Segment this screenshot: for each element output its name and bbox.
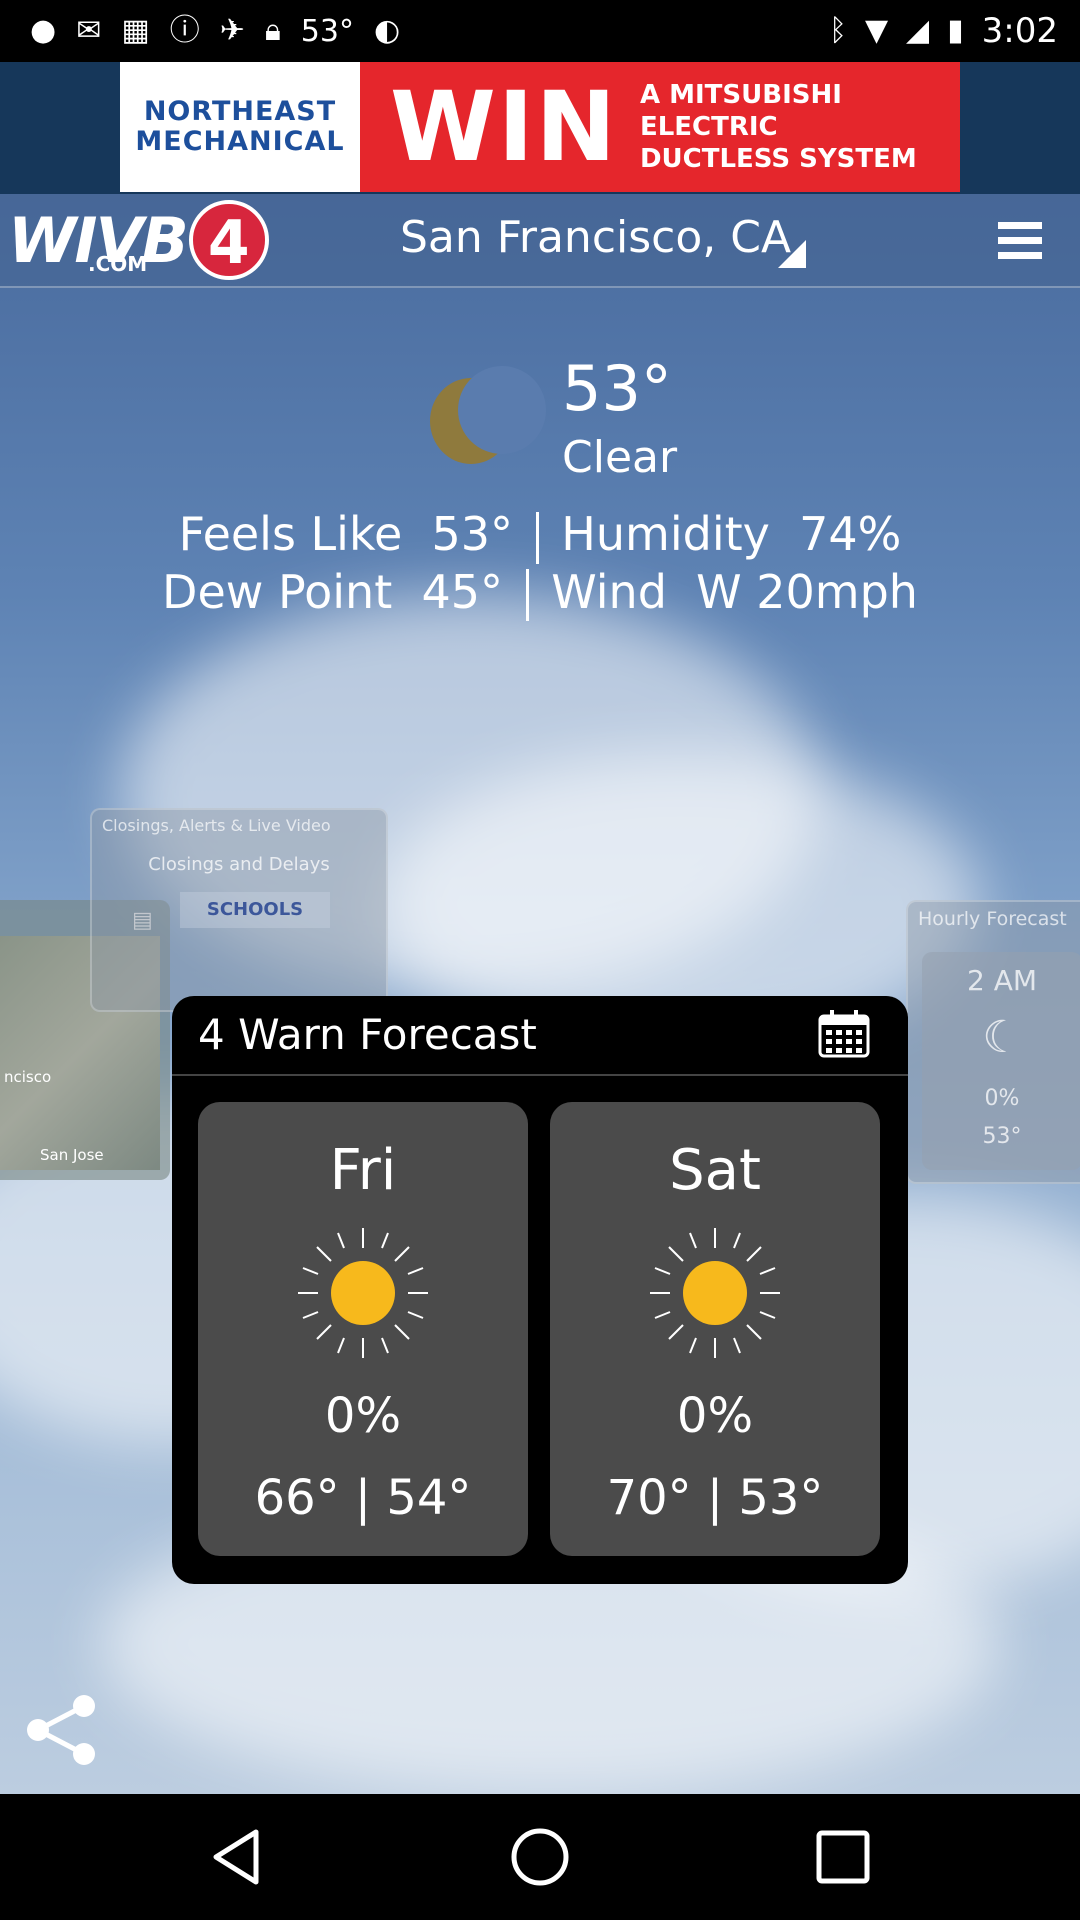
back-icon[interactable] xyxy=(204,1824,270,1890)
lock-icon: 🔒︎ xyxy=(264,13,281,48)
android-icon: ◐ xyxy=(373,13,401,48)
forecast-card[interactable]: 4 Warn Forecast Fri 0% 66° | 54° Sat 0% … xyxy=(172,996,908,1584)
ad-tagline-line2: DUCTLESS SYSTEM xyxy=(639,144,917,174)
feels-like-label: Feels Like xyxy=(178,507,403,561)
battery-icon: ▮ xyxy=(947,13,964,48)
ad-red-section: WIN A MITSUBISHI ELECTRIC DUCTLESS SYSTE… xyxy=(360,62,960,192)
day-precip: 0% xyxy=(324,1388,402,1444)
flipboard-icon: ▦ xyxy=(121,13,150,48)
recents-icon[interactable] xyxy=(810,1824,876,1890)
closings-card-title: Closings, Alerts & Live Video xyxy=(102,816,331,835)
signal-icon: ◢ xyxy=(906,13,930,48)
dew-point-value: 45° xyxy=(421,564,504,619)
mail-icon: ✉ xyxy=(76,13,102,48)
forecast-day-card[interactable]: Sat 0% 70° | 53° xyxy=(550,1102,880,1556)
divider xyxy=(535,511,539,564)
details-row-2: Dew Point 45° Wind W 20mph xyxy=(0,564,1080,621)
details-row-1: Feels Like 53° Humidity 74% xyxy=(0,506,1080,564)
day-temps: 70° | 53° xyxy=(606,1470,824,1526)
day-precip: 0% xyxy=(676,1388,754,1444)
moon-icon: ☾ xyxy=(982,1012,1022,1063)
logo-sub: .COM xyxy=(88,252,148,276)
humidity-label: Humidity xyxy=(561,507,770,561)
humidity-value: 74% xyxy=(799,507,902,561)
current-temperature: 53° xyxy=(562,352,672,425)
current-details: Feels Like 53° Humidity 74% Dew Point 45… xyxy=(0,506,1080,621)
closings-card[interactable]: Closings, Alerts & Live Video Closings a… xyxy=(90,808,388,1012)
satellite-icon: ✈ xyxy=(219,13,245,48)
navigation-bar xyxy=(0,1794,1080,1920)
share-icon[interactable] xyxy=(24,1692,100,1768)
ad-brand-line2: MECHANICAL xyxy=(135,126,345,157)
day-name: Sat xyxy=(669,1138,761,1203)
menu-icon[interactable] xyxy=(998,222,1042,260)
status-time: 3:02 xyxy=(981,11,1058,51)
wind-value: W 20mph xyxy=(696,564,918,619)
day-temps: 66° | 54° xyxy=(254,1470,472,1526)
dew-point-label: Dew Point xyxy=(162,564,393,619)
hourly-forecast-card[interactable]: Hourly Forecast 2 AM ☾ 0% 53° xyxy=(906,900,1080,1184)
hourly-precip: 0% xyxy=(984,1086,1020,1111)
wifi-icon: ▼ xyxy=(864,13,889,48)
ad-brand: NORTHEAST MECHANICAL xyxy=(120,62,360,192)
ad-headline: WIN xyxy=(390,71,618,183)
hourly-temp: 53° xyxy=(982,1124,1022,1149)
map-city-label: ncisco xyxy=(4,1068,52,1086)
hourly-item: 2 AM ☾ 0% 53° xyxy=(922,952,1080,1170)
ad-banner[interactable]: NORTHEAST MECHANICAL WIN A MITSUBISHI EL… xyxy=(120,62,960,192)
hourly-card-title: Hourly Forecast xyxy=(918,908,1067,930)
status-temperature: 53° xyxy=(300,13,354,49)
info-icon: ⓘ xyxy=(169,13,200,48)
logo-number: 4 xyxy=(188,200,269,280)
wivb-logo[interactable]: WIVB .COM 4 xyxy=(8,200,269,280)
home-icon[interactable] xyxy=(507,1824,573,1890)
dropdown-arrow-icon[interactable] xyxy=(778,240,806,268)
ad-tagline: A MITSUBISHI ELECTRIC DUCTLESS SYSTEM xyxy=(640,79,960,175)
closings-card-image: SCHOOLS xyxy=(180,892,330,928)
status-bar: ● ✉ ▦ ⓘ ✈ 🔒︎ 53° ◐ ᛒ ▼ ◢ ▮ 3:02 xyxy=(0,0,1080,62)
ad-tagline-line1: A MITSUBISHI ELECTRIC xyxy=(639,80,842,142)
forecast-title: 4 Warn Forecast xyxy=(198,1010,537,1059)
feels-like-value: 53° xyxy=(431,507,514,561)
divider xyxy=(525,569,529,621)
forecast-day-card[interactable]: Fri 0% 66° | 54° xyxy=(198,1102,528,1556)
location-selector[interactable]: San Francisco, CA xyxy=(400,212,791,263)
current-condition: Clear xyxy=(562,432,678,483)
calendar-icon[interactable] xyxy=(818,1010,870,1058)
hourly-time: 2 AM xyxy=(966,964,1038,997)
divider xyxy=(172,1074,908,1076)
ad-brand-line1: NORTHEAST xyxy=(143,96,337,127)
closings-card-subtitle: Closings and Delays xyxy=(148,854,330,875)
sun-icon xyxy=(298,1228,428,1358)
sun-icon xyxy=(650,1228,780,1358)
bluetooth-icon: ᛒ xyxy=(828,13,847,48)
map-city-label: San Jose xyxy=(40,1146,104,1164)
day-name: Fri xyxy=(329,1138,397,1203)
moon-shadow xyxy=(458,366,546,454)
wind-label: Wind xyxy=(551,564,667,619)
notification-icon: ● xyxy=(30,13,57,48)
